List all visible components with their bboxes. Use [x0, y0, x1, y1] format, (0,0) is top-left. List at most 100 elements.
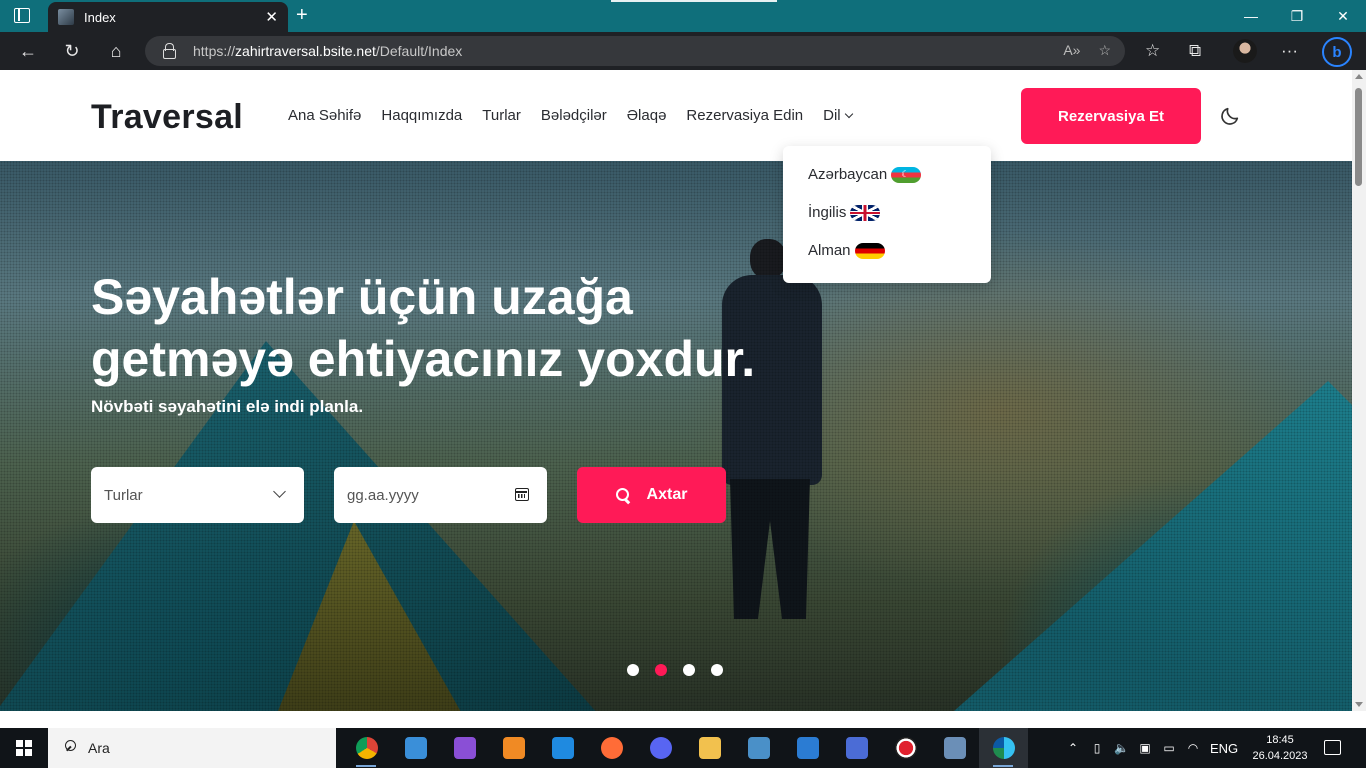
battery-icon[interactable]: ▭ — [1162, 741, 1176, 755]
calendar-icon[interactable] — [515, 488, 529, 501]
pgadmin-icon[interactable] — [930, 728, 979, 768]
collections-icon[interactable]: ⧉ — [1189, 41, 1201, 61]
record-icon[interactable] — [881, 728, 930, 768]
windows-taskbar: Ara ⌃ ▯ 🔈 ▣ ▭ ◠ ENG 18:45 26.04.2023 — [0, 728, 1366, 768]
uk-flag-icon — [850, 204, 881, 221]
postman-icon[interactable] — [587, 728, 636, 768]
hero-banner: Səyahətlər üçün uzağa getməyə ehtiyacınız… — [0, 161, 1352, 711]
reserve-button[interactable]: Rezervasiya Et — [1021, 88, 1201, 144]
tab-title: Index — [84, 10, 116, 25]
taskbar-apps — [342, 728, 1028, 768]
search-icon — [62, 740, 76, 754]
language-option-azerbaijani[interactable]: Azərbaycan — [808, 166, 922, 183]
language-option-label: İngilis — [808, 204, 847, 221]
search-button-label: Axtar — [646, 486, 688, 503]
chevron-down-icon — [273, 485, 286, 498]
site-logo[interactable]: Traversal — [91, 98, 243, 137]
carousel-dot-active[interactable] — [655, 664, 667, 676]
vscode-icon[interactable] — [538, 728, 587, 768]
tours-select-value: Turlar — [104, 487, 143, 504]
scrollbar-thumb[interactable] — [1355, 88, 1362, 186]
date-input-placeholder: gg.aa.yyyy — [347, 487, 419, 504]
add-favorite-icon[interactable]: ☆ — [1098, 42, 1111, 59]
remote-desktop-icon[interactable] — [734, 728, 783, 768]
site-favicon-icon — [58, 9, 74, 25]
carousel-dot[interactable] — [683, 664, 695, 676]
browser-toolbar: ← ↻ ⌂ https://zahirtraversal.bsite.net/D… — [0, 32, 1366, 70]
nav-tours[interactable]: Turlar — [482, 107, 521, 124]
close-window-icon[interactable]: ✕ — [1320, 0, 1366, 32]
nav-contact[interactable]: Əlaqə — [627, 107, 667, 124]
file-explorer-icon[interactable] — [685, 728, 734, 768]
url-text[interactable]: https://zahirtraversal.bsite.net/Default… — [193, 43, 462, 59]
language-option-label: Azərbaycan — [808, 166, 888, 183]
azure-data-studio-icon[interactable] — [832, 728, 881, 768]
germany-flag-icon — [854, 242, 885, 259]
date-input[interactable]: gg.aa.yyyy — [334, 467, 547, 523]
hero-overlay — [0, 161, 1352, 711]
restore-icon[interactable]: ❐ — [1274, 0, 1320, 32]
language-option-english[interactable]: İngilis — [808, 204, 881, 221]
scroll-up-icon[interactable] — [1355, 74, 1363, 79]
notification-center-icon[interactable] — [1324, 740, 1341, 755]
nav-language-label: Dil — [823, 107, 841, 124]
nav-language[interactable]: Dil — [823, 107, 853, 124]
browser-tab-bar: Index ✕ + — ❐ ✕ — [0, 0, 1366, 32]
site-header: Traversal Ana Səhifə Haqqımızda Turlar B… — [0, 70, 1352, 161]
bing-chat-icon[interactable]: b — [1322, 37, 1352, 67]
address-bar-actions: A» ☆ — [1063, 42, 1111, 59]
wifi-icon[interactable]: ◠ — [1186, 741, 1200, 755]
home-icon[interactable]: ⌂ — [105, 41, 127, 62]
mail-icon[interactable] — [783, 728, 832, 768]
chrome-icon[interactable] — [342, 728, 391, 768]
taskbar-search-label: Ara — [88, 740, 110, 756]
address-bar[interactable]: https://zahirtraversal.bsite.net/Default… — [145, 36, 1125, 66]
discord-icon[interactable] — [636, 728, 685, 768]
input-language[interactable]: ENG — [1210, 741, 1238, 756]
carousel-dot[interactable] — [627, 664, 639, 676]
minimize-icon[interactable]: — — [1228, 0, 1274, 32]
visual-studio-icon[interactable] — [440, 728, 489, 768]
favorites-icon[interactable]: ☆ — [1145, 41, 1160, 61]
nav-guides[interactable]: Bələdçilər — [541, 107, 607, 124]
scroll-down-icon[interactable] — [1355, 702, 1363, 707]
hero-title: Səyahətlər üçün uzağa getməyə ehtiyacınız… — [91, 269, 756, 387]
lock-icon[interactable] — [163, 43, 176, 59]
profile-avatar[interactable] — [1233, 39, 1257, 63]
camera-icon[interactable]: ▣ — [1138, 741, 1152, 755]
volume-icon[interactable]: 🔈 — [1114, 741, 1129, 755]
page-bottom-strip — [0, 711, 1366, 728]
back-icon[interactable]: ← — [17, 41, 39, 62]
new-tab-icon[interactable]: + — [296, 4, 308, 27]
main-nav: Ana Səhifə Haqqımızda Turlar Bələdçilər … — [288, 107, 853, 124]
usb-icon[interactable]: ▯ — [1090, 741, 1104, 755]
nav-home[interactable]: Ana Səhifə — [288, 107, 361, 124]
edge-icon[interactable] — [979, 728, 1028, 768]
carousel-pager — [627, 664, 723, 676]
azerbaijan-flag-icon — [891, 166, 922, 183]
read-aloud-icon[interactable]: A» — [1063, 42, 1080, 59]
nav-about[interactable]: Haqqımızda — [381, 107, 462, 124]
language-option-german[interactable]: Alman — [808, 242, 885, 259]
refresh-icon[interactable]: ↻ — [61, 41, 83, 62]
search-button[interactable]: Axtar — [577, 467, 726, 523]
chevron-up-icon[interactable]: ⌃ — [1066, 741, 1080, 755]
moon-icon[interactable] — [1219, 105, 1241, 127]
language-dropdown: Azərbaycan İngilis Alman — [783, 146, 991, 283]
windows-start-icon[interactable] — [16, 740, 32, 756]
more-menu-icon[interactable]: ··· — [1281, 41, 1298, 61]
page-scrollbar[interactable] — [1352, 70, 1366, 711]
close-tab-icon[interactable]: ✕ — [265, 8, 278, 26]
sublime-text-icon[interactable] — [489, 728, 538, 768]
taskbar-search[interactable]: Ara — [48, 728, 336, 768]
chevron-down-icon — [844, 109, 853, 118]
system-tray: ⌃ ▯ 🔈 ▣ ▭ ◠ ENG — [1066, 728, 1238, 768]
tours-select[interactable]: Turlar — [91, 467, 304, 523]
snipping-tool-icon[interactable] — [391, 728, 440, 768]
carousel-dot[interactable] — [711, 664, 723, 676]
tab-actions-icon[interactable] — [14, 8, 30, 23]
browser-tab[interactable]: Index ✕ — [48, 2, 288, 32]
nav-reservation[interactable]: Rezervasiya Edin — [686, 107, 803, 124]
language-option-label: Alman — [808, 242, 851, 259]
taskbar-clock[interactable]: 18:45 26.04.2023 — [1248, 732, 1312, 764]
